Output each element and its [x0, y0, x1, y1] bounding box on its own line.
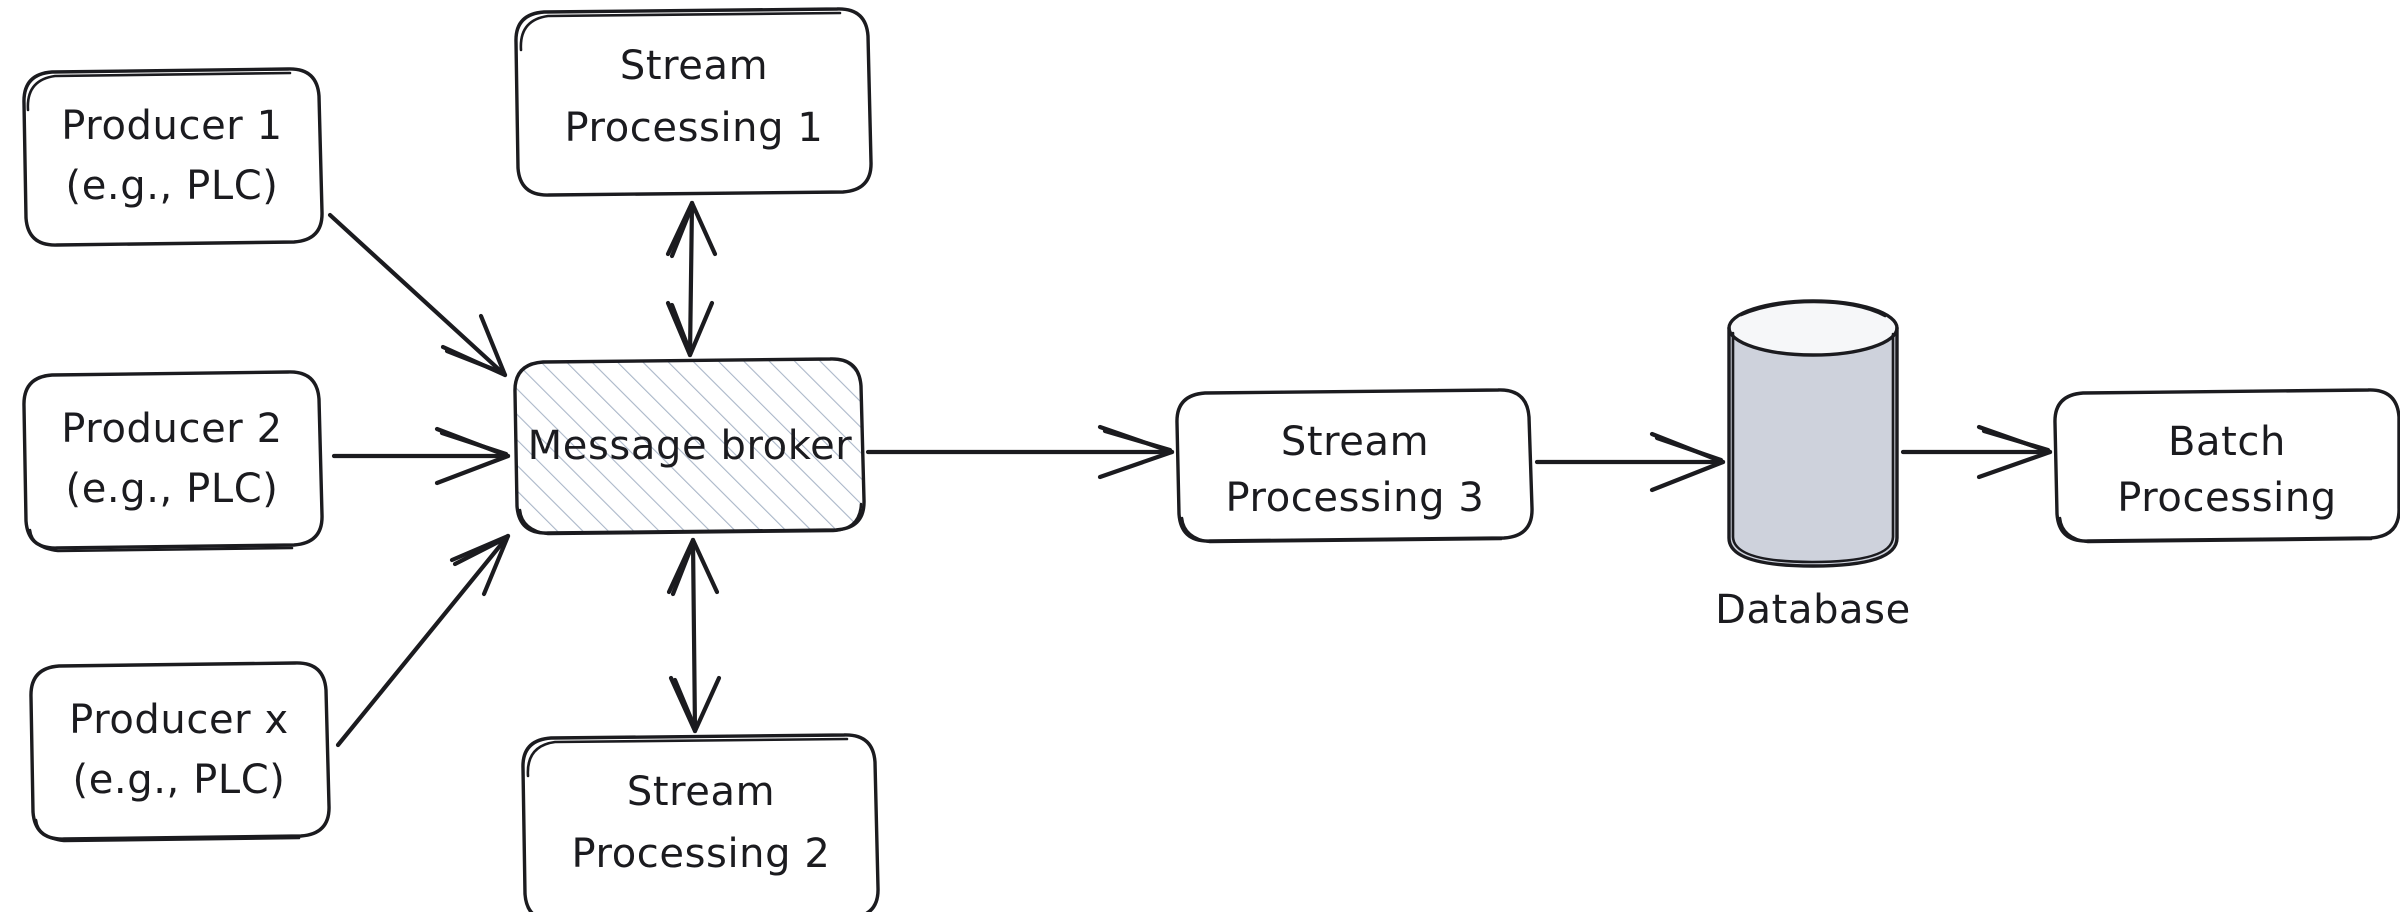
edge-broker-to-stream-processing-2: [666, 537, 722, 734]
edge-broker-to-stream-processing-1: [665, 200, 718, 358]
node-stream-processing-2[interactable]: Stream Processing 2: [521, 733, 880, 912]
node-stream-processing-3[interactable]: Stream Processing 3: [1175, 388, 1534, 544]
edge-producer-2-to-broker: [331, 426, 511, 486]
message-broker-label: Message broker: [528, 423, 853, 469]
node-message-broker[interactable]: Message broker: [513, 357, 866, 536]
stream-processing-2-line1: Stream: [627, 769, 775, 815]
stream-processing-2-line2: Processing 2: [572, 831, 831, 877]
producer-x-line2: (e.g., PLC): [72, 757, 285, 803]
producer-2-line2: (e.g., PLC): [65, 466, 278, 512]
producer-2-line1: Producer 2: [61, 406, 282, 452]
batch-processing-line2: Processing: [2117, 475, 2337, 521]
node-database[interactable]: Database: [1715, 299, 1911, 633]
node-stream-processing-1[interactable]: Stream Processing 1: [514, 7, 873, 197]
stream-processing-1-line2: Processing 1: [565, 105, 824, 151]
batch-processing-line1: Batch: [2168, 419, 2286, 465]
architecture-diagram: Producer 1 (e.g., PLC) Producer 2 (e.g.,…: [22, 7, 2400, 912]
stream-processing-1-line1: Stream: [620, 43, 768, 89]
edge-producer-x-to-broker: [335, 533, 511, 748]
stream-processing-3-line2: Processing 3: [1226, 475, 1485, 521]
stream-processing-3-line1: Stream: [1281, 419, 1429, 465]
node-batch-processing[interactable]: Batch Processing: [2053, 388, 2400, 544]
edge-broker-to-stream-processing-3: [865, 424, 1175, 480]
producer-1-line2: (e.g., PLC): [65, 163, 278, 209]
diagram-canvas: Producer 1 (e.g., PLC) Producer 2 (e.g.,…: [0, 0, 2400, 912]
edge-producer-1-to-broker: [327, 212, 508, 378]
edge-database-to-batch-processing: [1900, 424, 2053, 480]
node-producer-2[interactable]: Producer 2 (e.g., PLC): [22, 370, 324, 553]
producer-1-line1: Producer 1: [61, 103, 282, 149]
edge-stream-processing-3-to-database: [1534, 431, 1726, 493]
node-producer-1[interactable]: Producer 1 (e.g., PLC): [22, 67, 324, 247]
database-caption: Database: [1715, 587, 1911, 633]
node-producer-x[interactable]: Producer x (e.g., PLC): [29, 661, 331, 843]
producer-x-line1: Producer x: [69, 697, 289, 743]
